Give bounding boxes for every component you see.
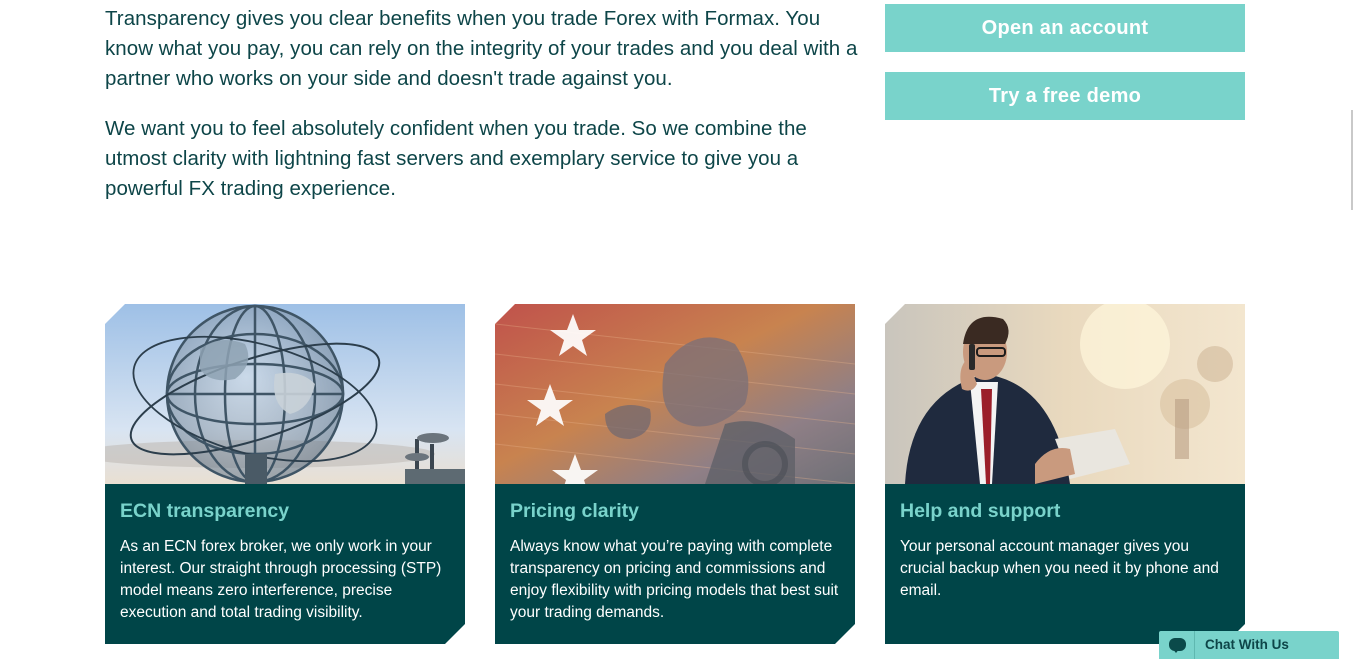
chat-with-us-button[interactable]: Chat With Us	[1159, 631, 1339, 659]
globe-sculpture-image	[105, 304, 465, 484]
card-body: ECN transparency As an ECN forex broker,…	[105, 484, 465, 644]
chat-label: Chat With Us	[1205, 637, 1289, 652]
businessman-on-phone-image	[885, 304, 1245, 484]
chat-divider	[1194, 631, 1195, 659]
card-description: Your personal account manager gives you …	[900, 538, 1219, 599]
card-title: Help and support	[900, 500, 1061, 522]
card-description: Always know what you’re paying with comp…	[510, 538, 839, 621]
chat-bubble-icon	[1169, 638, 1186, 653]
card-body: Pricing clarity Always know what you’re …	[495, 484, 855, 644]
card-ecn-transparency: ECN transparency As an ECN forex broker,…	[105, 304, 465, 644]
card-title: ECN transparency	[120, 500, 290, 522]
intro-paragraph-confidence: We want you to feel absolutely confident…	[105, 117, 807, 200]
page-scrollbar[interactable]	[1349, 0, 1353, 659]
euro-banknote-image	[495, 304, 855, 484]
card-title: Pricing clarity	[510, 500, 639, 522]
open-account-button[interactable]: Open an account	[885, 4, 1245, 52]
intro-paragraph-transparency: Transparency gives you clear benefits wh…	[105, 7, 858, 90]
intro-section: Transparency gives you clear benefits wh…	[105, 4, 865, 204]
card-description: As an ECN forex broker, we only work in …	[120, 538, 442, 621]
card-help-support: Help and support Your personal account m…	[885, 304, 1245, 644]
card-pricing-clarity: Pricing clarity Always know what you’re …	[495, 304, 855, 644]
free-demo-button[interactable]: Try a free demo	[885, 72, 1245, 120]
card-body: Help and support Your personal account m…	[885, 484, 1245, 644]
